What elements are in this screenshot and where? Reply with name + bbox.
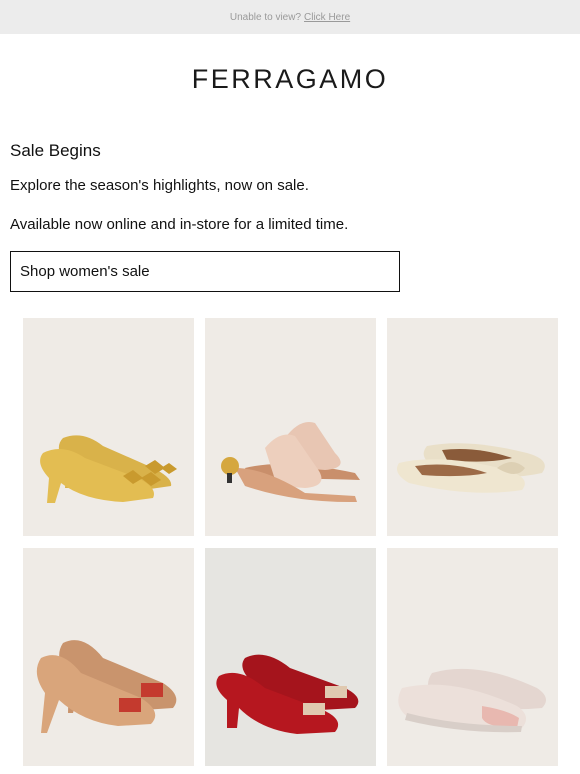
product-tile-1[interactable] (23, 318, 194, 536)
headline: Sale Begins (10, 141, 101, 160)
pink-strap-sandal-icon (205, 318, 376, 536)
red-patent-pump-icon (205, 548, 376, 766)
shop-womens-sale-button[interactable]: Shop women's sale (10, 251, 400, 292)
view-online-bar: Unable to view? Click Here (0, 0, 580, 34)
gold-bow-pump-icon (23, 318, 194, 536)
product-tile-6[interactable] (387, 548, 558, 766)
brand-logo[interactable]: FERRAGAMO (0, 64, 580, 95)
cream-ballet-flat-icon (387, 318, 558, 536)
click-here-link[interactable]: Click Here (304, 12, 350, 23)
shop-womens-sale-label: Shop women's sale (20, 263, 150, 280)
product-tile-3[interactable] (387, 318, 558, 536)
intro-text: Explore the season's highlights, now on … (10, 177, 309, 194)
tan-bow-heel-icon (23, 548, 194, 766)
pink-sneaker-icon (387, 548, 558, 766)
product-tile-4[interactable] (23, 548, 194, 766)
view-online-text: Unable to view? (229, 11, 302, 23)
main-content: Sale Begins Explore the season's highlig… (0, 141, 580, 292)
product-tile-2[interactable] (205, 318, 376, 536)
availability-text: Available now online and in-store for a … (10, 216, 349, 233)
product-tile-5[interactable] (205, 548, 376, 766)
